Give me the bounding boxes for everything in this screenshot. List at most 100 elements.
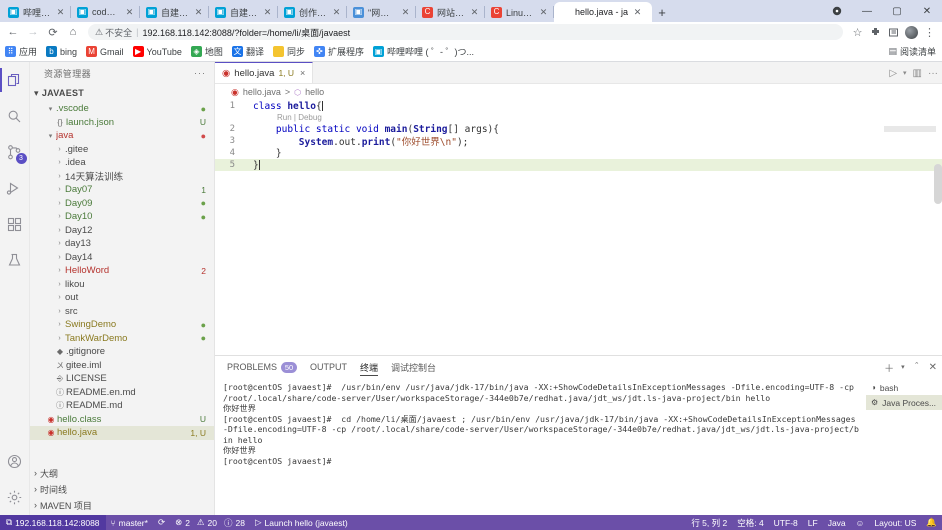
close-icon[interactable]: ✕ [193,7,204,18]
forward-icon[interactable]: → [24,23,42,41]
browser-tab[interactable]: ▣ 自建code-se ✕ [140,2,208,22]
activitybar-run-debug[interactable] [0,170,30,206]
tree-folder[interactable]: › Day10 ● [30,210,214,224]
status-sync[interactable]: ⟳ [153,515,170,530]
smiley-icon[interactable]: ☺ [851,515,870,530]
tree-file[interactable]: ⓘ README.md [30,399,214,413]
code-line[interactable]: 3 System.out.print("你好世界\n"); [215,135,942,148]
bookmark-item[interactable]: M Gmail [86,46,124,57]
close-icon[interactable]: ✕ [400,7,411,18]
tree-folder[interactable]: › TankWarDemo ● [30,332,214,346]
profile-icon[interactable] [822,0,852,22]
chevron-right-icon[interactable]: › [54,200,65,207]
status-problems[interactable]: ⊗ 2 ⚠ 20 ⓘ 28 [170,515,250,530]
activitybar-extensions[interactable] [0,206,30,242]
maximize-button[interactable]: ▢ [882,0,912,22]
split-editor-icon[interactable]: ▥ [913,68,922,79]
browser-tab[interactable]: ▣ code-server ✕ [71,2,139,22]
status-language-mode[interactable]: Java [823,515,851,530]
activitybar-explorer[interactable] [0,62,30,98]
status-launch[interactable]: ▷ Launch hello (javaest) [250,515,353,530]
activitybar-source-control[interactable]: 3 [0,134,30,170]
bookmark-item[interactable]: ✜ 扩展程序 [313,45,364,58]
chevron-right-icon[interactable]: › [54,321,65,328]
chevron-right-icon[interactable]: › [54,294,65,301]
code-line[interactable]: 1 class hello{ [215,100,942,112]
bell-icon[interactable]: 🔔 [921,515,942,530]
browser-tab[interactable]: ▣ 自建code-se ✕ [209,2,277,22]
address-bar[interactable]: ⚠ 不安全 | 192.168.118.142:8088/?folder=/ho… [88,24,843,40]
chevron-right-icon[interactable]: › [54,146,65,153]
browser-tab[interactable]: ▣ 创作中心 - 哔 ✕ [278,2,346,22]
chevron-right-icon[interactable]: › [54,308,65,315]
tree-folder[interactable]: › out [30,291,214,305]
tree-folder[interactable]: › HelloWord 2 [30,264,214,278]
tree-file[interactable]: ⎆ LICENSE [30,372,214,386]
add-terminal-icon[interactable]: ＋ [884,360,894,375]
status-keyboard-layout[interactable]: Layout: US [869,515,921,530]
chevron-down-icon[interactable]: ▾ [901,363,905,371]
code-editor[interactable]: 1 class hello{Run | Debug 2 public static … [215,100,942,355]
close-button[interactable]: ✕ [912,0,942,22]
status-cursor-position[interactable]: 行 5, 列 2 [686,515,732,530]
chevron-down-icon[interactable]: ▾ [45,132,56,140]
bookmark-item[interactable]: ⠿ 应用 [5,45,37,58]
tree-folder[interactable]: › .gitee [30,143,214,157]
sidebar-section-header[interactable]: › 大纲 [30,465,214,481]
editor-scrollbar[interactable] [934,164,942,204]
bookmark-item[interactable]: 文翻译 [231,45,264,58]
minimap[interactable] [884,126,936,132]
bookmark-item[interactable]: 同步 [272,45,305,58]
status-eol[interactable]: LF [803,515,823,530]
maximize-panel-icon[interactable]: ＾ [912,360,922,375]
chevron-right-icon[interactable]: › [54,227,65,234]
more-actions-icon[interactable]: ··· [928,68,938,79]
tree-folder[interactable]: › Day14 [30,251,214,265]
browser-tab[interactable]: ⧨ hello.java - ja ✕ [554,2,652,22]
reload-icon[interactable]: ⟳ [44,23,62,41]
tree-folder[interactable]: › Day07 1 [30,183,214,197]
sidebar-section-header[interactable]: › 时间线 [30,481,214,497]
code-line[interactable]: 4 } [215,147,942,159]
sidebar-more-actions[interactable]: ··· [194,68,206,78]
home-icon[interactable]: ⌂ [64,23,82,41]
chevron-down-icon[interactable]: ▾ [45,105,56,113]
tree-folder[interactable]: › Day12 [30,224,214,238]
status-remote[interactable]: ⧉ 192.168.118.142:8088 [0,515,106,530]
tree-file[interactable]: 〤 gitee.iml [30,359,214,373]
panel-tab[interactable]: PROBLEMS 50 [227,356,298,378]
close-icon[interactable]: ✕ [632,7,643,18]
breadcrumb-symbol[interactable]: hello [305,87,324,97]
tree-file[interactable]: ⓘ README.en.md [30,386,214,400]
close-icon[interactable]: ✕ [538,7,549,18]
activitybar-accounts[interactable] [0,443,30,479]
terminal-list-item[interactable]: ◑ bash [866,380,942,395]
tree-folder[interactable]: ▾ java ● [30,129,214,143]
tree-folder[interactable]: › day13 [30,237,214,251]
chevron-right-icon[interactable]: › [54,186,65,193]
browser-tab[interactable]: ▣ 哔哩哔哩 ( ゜- ゜)つ ✕ [2,2,70,22]
bookmark-item[interactable]: ▣ 哔哩哔哩 ( ゜- ゜)つ... [372,45,474,58]
panel-tab[interactable]: 终端 [360,356,379,378]
chevron-right-icon[interactable]: › [54,159,65,166]
new-tab-button[interactable]: + [652,2,672,22]
breadcrumb-file[interactable]: hello.java [243,87,281,97]
avatar[interactable] [905,25,918,39]
activitybar-search[interactable] [0,98,30,134]
back-icon[interactable]: ← [4,23,22,41]
close-icon[interactable]: ✕ [124,7,135,18]
chevron-right-icon[interactable]: › [54,281,65,288]
minimize-button[interactable]: — [852,0,882,22]
chevron-right-icon[interactable]: › [54,267,65,274]
tree-folder[interactable]: › 14天算法训练 [30,170,214,183]
status-branch[interactable]: ⑂ master* [106,515,153,530]
bookmark-item[interactable]: ▶ YouTube [132,46,182,57]
tree-file[interactable]: {} launch.json U [30,116,214,130]
status-encoding[interactable]: UTF-8 [769,515,803,530]
close-icon[interactable]: ✕ [469,7,480,18]
close-icon[interactable]: ✕ [55,7,66,18]
editor-tab-hello-java[interactable]: ◉ hello.java 1, U × [215,62,314,83]
terminal-list-item[interactable]: ⚙ Java Proces... [866,395,942,410]
bookmark-item[interactable]: b bing [46,46,77,57]
close-icon[interactable]: ✕ [331,7,342,18]
